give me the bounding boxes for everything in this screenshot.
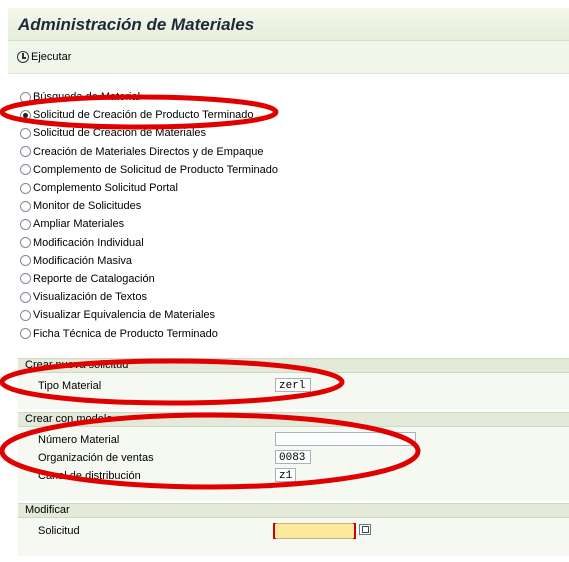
title-bar: Administración de Materiales xyxy=(8,8,569,41)
toolbar: Ejecutar xyxy=(8,41,569,74)
radio-button[interactable] xyxy=(20,237,31,249)
execute-label: Ejecutar xyxy=(31,51,72,63)
radio-label: Ampliar Materiales xyxy=(33,218,125,231)
radio-option-complemento-portal[interactable]: Complemento Solicitud Portal xyxy=(20,179,278,197)
execute-button[interactable]: Ejecutar xyxy=(17,49,71,65)
numero-material-field[interactable] xyxy=(275,432,416,446)
radio-button[interactable] xyxy=(20,273,31,285)
radio-option-reporte[interactable]: Reporte de Catalogación xyxy=(20,270,278,288)
numero-material-label: Número Material xyxy=(38,434,120,446)
radio-label: Solicitud de Creación de Producto Termin… xyxy=(33,109,254,122)
radio-label: Visualización de Textos xyxy=(33,291,147,304)
radio-option-busqueda[interactable]: Búsqueda de Material xyxy=(20,88,278,106)
group-new-request: Crear nueva solicitud Tipo Material zerl xyxy=(18,358,569,409)
radio-label: Modificación Masiva xyxy=(33,254,133,267)
group-modify: Modificar Solicitud xyxy=(18,503,569,556)
radio-option-mod-masiva[interactable]: Modificación Masiva xyxy=(20,252,278,270)
radio-option-solicitud-materiales[interactable]: Solicitud de Creación de Materiales xyxy=(20,124,278,142)
value-help-icon[interactable] xyxy=(359,524,371,535)
tipo-material-label: Tipo Material xyxy=(38,380,102,392)
radio-label: Búsqueda de Material xyxy=(33,91,141,104)
radio-option-equivalencia[interactable]: Visualizar Equivalencia de Materiales xyxy=(20,306,278,324)
group-title: Modificar xyxy=(18,504,569,518)
option-radio-list: Búsqueda de Material Solicitud de Creaci… xyxy=(20,88,278,343)
radio-option-ficha-tecnica[interactable]: Ficha Técnica de Producto Terminado xyxy=(20,324,278,342)
radio-option-complemento-pt[interactable]: Complemento de Solicitud de Producto Ter… xyxy=(20,161,278,179)
radio-label: Ficha Técnica de Producto Terminado xyxy=(33,327,218,340)
radio-label: Solicitud de Creación de Materiales xyxy=(33,127,207,140)
radio-button[interactable] xyxy=(20,127,31,139)
radio-button[interactable] xyxy=(20,328,31,340)
radio-button[interactable] xyxy=(20,218,31,230)
radio-label: Complemento Solicitud Portal xyxy=(33,182,178,195)
radio-label: Complemento de Solicitud de Producto Ter… xyxy=(33,163,278,176)
org-ventas-field[interactable]: 0083 xyxy=(275,450,311,464)
radio-button[interactable] xyxy=(20,255,31,267)
radio-option-ampliar[interactable]: Ampliar Materiales xyxy=(20,215,278,233)
radio-option-monitor[interactable]: Monitor de Solicitudes xyxy=(20,197,278,215)
radio-button[interactable] xyxy=(20,182,31,194)
radio-button[interactable] xyxy=(20,91,31,103)
radio-option-textos[interactable]: Visualización de Textos xyxy=(20,288,278,306)
radio-label: Visualizar Equivalencia de Materiales xyxy=(33,309,216,322)
radio-button[interactable] xyxy=(20,146,31,158)
radio-button-selected[interactable] xyxy=(20,109,31,121)
solicitud-field[interactable] xyxy=(273,523,356,539)
group-title: Crear con modelo xyxy=(18,413,569,427)
canal-distribucion-label: Canal de distribución xyxy=(38,470,141,482)
canal-distribucion-field[interactable]: z1 xyxy=(275,468,296,482)
radio-button[interactable] xyxy=(20,200,31,212)
org-ventas-label: Organización de ventas xyxy=(38,452,154,464)
tipo-material-field[interactable]: zerl xyxy=(275,378,311,392)
page-title: Administración de Materiales xyxy=(18,15,255,34)
radio-label: Modificación Individual xyxy=(33,236,144,249)
radio-button[interactable] xyxy=(20,291,31,303)
clock-execute-icon xyxy=(17,51,29,63)
radio-label: Creación de Materiales Directos y de Emp… xyxy=(33,145,264,158)
radio-option-mod-individual[interactable]: Modificación Individual xyxy=(20,234,278,252)
radio-label: Reporte de Catalogación xyxy=(33,272,155,285)
solicitud-label: Solicitud xyxy=(38,525,80,537)
radio-option-solicitud-producto-terminado[interactable]: Solicitud de Creación de Producto Termin… xyxy=(20,106,278,124)
radio-option-creacion-directos[interactable]: Creación de Materiales Directos y de Emp… xyxy=(20,143,278,161)
group-title: Crear nueva solicitud xyxy=(18,359,569,373)
group-create-with-model: Crear con modelo Número Material Organiz… xyxy=(18,412,569,501)
radio-button[interactable] xyxy=(20,309,31,321)
radio-button[interactable] xyxy=(20,164,31,176)
radio-label: Monitor de Solicitudes xyxy=(33,200,142,213)
